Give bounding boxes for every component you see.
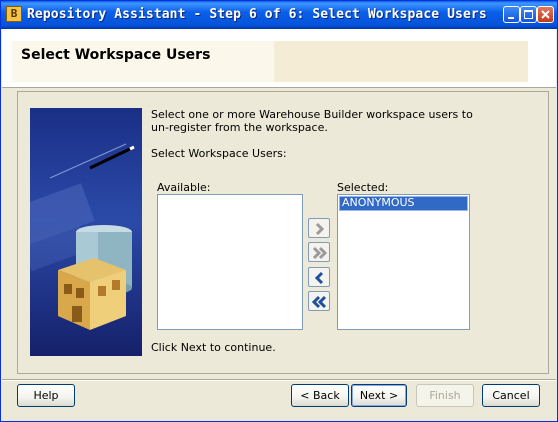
cancel-button[interactable]: Cancel <box>482 384 540 407</box>
instruction-line-2: un-register from the workspace. <box>151 121 328 134</box>
minimize-button[interactable] <box>503 6 520 23</box>
list-item[interactable]: ANONYMOUS <box>339 196 468 211</box>
double-chevron-left-icon <box>311 295 327 309</box>
next-button[interactable]: Next > <box>351 384 407 407</box>
move-all-right-button[interactable] <box>308 242 330 262</box>
header-banner-right <box>274 41 528 82</box>
double-chevron-right-icon <box>312 246 328 260</box>
title-bar[interactable]: B Repository Assistant - Step 6 of 6: Se… <box>1 1 557 29</box>
window-title: Repository Assistant - Step 6 of 6: Sele… <box>27 7 487 22</box>
selected-listbox[interactable]: ANONYMOUS <box>337 194 470 330</box>
back-button[interactable]: < Back <box>291 384 349 407</box>
move-all-left-button[interactable] <box>308 291 330 311</box>
header-divider <box>2 87 556 88</box>
app-icon: B <box>6 6 22 22</box>
finish-button[interactable]: Finish <box>416 384 474 407</box>
close-button[interactable] <box>537 6 554 23</box>
move-right-button[interactable] <box>308 218 330 238</box>
maximize-button[interactable] <box>520 6 537 23</box>
wizard-illustration <box>30 108 142 356</box>
available-listbox[interactable] <box>157 194 303 330</box>
available-label: Available: <box>157 181 211 194</box>
chevron-right-icon <box>315 222 325 236</box>
instruction-line-1: Select one or more Warehouse Builder wor… <box>151 108 473 121</box>
move-left-button[interactable] <box>308 267 330 287</box>
page-title: Select Workspace Users <box>21 47 211 63</box>
warehouse-illustration-icon <box>30 143 135 330</box>
instruction-text: Select one or more Warehouse Builder wor… <box>151 108 473 134</box>
close-icon <box>541 10 550 19</box>
chevron-left-icon <box>314 271 324 285</box>
continue-hint: Click Next to continue. <box>151 341 276 354</box>
minimize-icon <box>508 17 514 19</box>
dialog-window: B Repository Assistant - Step 6 of 6: Se… <box>0 0 558 422</box>
select-users-label: Select Workspace Users: <box>151 147 287 160</box>
help-button[interactable]: Help <box>17 384 75 407</box>
selected-label: Selected: <box>337 181 389 194</box>
maximize-icon <box>524 10 533 19</box>
